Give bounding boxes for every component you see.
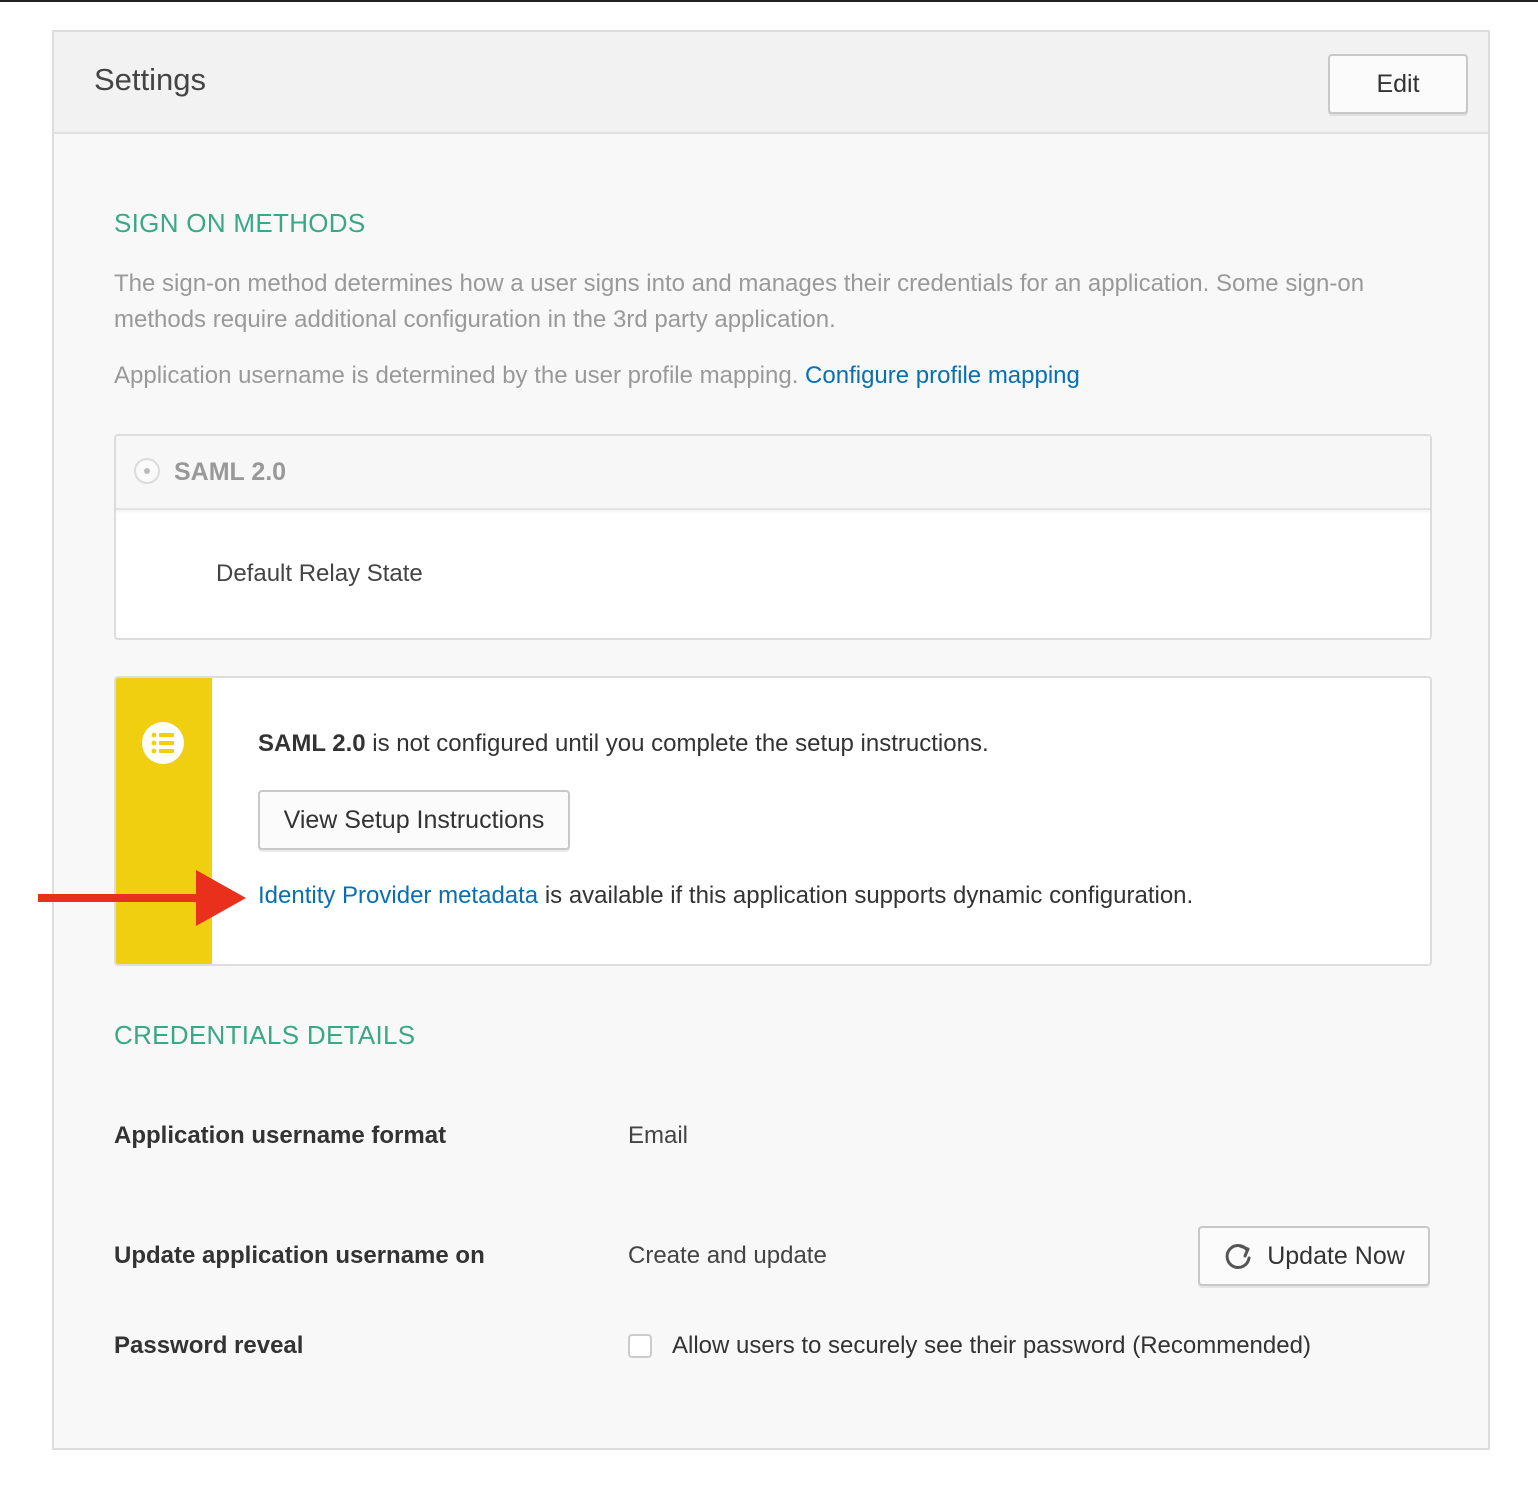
refresh-icon	[1225, 1243, 1251, 1269]
view-setup-instructions-button[interactable]: View Setup Instructions	[258, 790, 570, 850]
password-reveal-checkbox[interactable]	[628, 1334, 652, 1358]
list-icon	[142, 722, 184, 764]
update-username-value: Create and update	[628, 1242, 827, 1269]
notice-method-name: SAML 2.0	[258, 730, 366, 757]
update-username-label: Update application username on	[114, 1242, 485, 1269]
configure-profile-mapping-link[interactable]: Configure profile mapping	[805, 362, 1080, 389]
setup-notice: SAML 2.0 is not configured until you com…	[114, 676, 1432, 966]
sign-on-description: The sign-on method determines how a user…	[114, 270, 1365, 333]
saml-radio[interactable]	[134, 458, 160, 484]
identity-provider-metadata-link[interactable]: Identity Provider metadata	[258, 882, 538, 909]
notice-message-text: is not configured until you complete the…	[365, 730, 989, 757]
update-now-button[interactable]: Update Now	[1198, 1226, 1430, 1286]
username-note: Application username is determined by th…	[114, 358, 1434, 394]
credentials-details-title: CREDENTIALS DETAILS	[114, 1020, 416, 1050]
default-relay-state-label: Default Relay State	[216, 560, 423, 587]
saml-method-label: SAML 2.0	[174, 458, 287, 486]
notice-message: SAML 2.0 is not configured until you com…	[258, 730, 989, 758]
panel-header: Settings Edit	[54, 32, 1488, 134]
saml-method-header: SAML 2.0	[116, 436, 1430, 510]
password-reveal-option-label: Allow users to securely see their passwo…	[672, 1332, 1311, 1359]
panel-title: Settings	[94, 62, 207, 97]
metadata-note-text: is available if this application support…	[538, 882, 1194, 909]
edit-button[interactable]: Edit	[1328, 54, 1468, 114]
red-arrow-icon	[38, 870, 246, 926]
username-format-label: Application username format	[114, 1122, 447, 1149]
username-note-text: Application username is determined by th…	[114, 362, 799, 389]
username-format-value: Email	[628, 1122, 689, 1149]
sign-on-methods-title: SIGN ON METHODS	[114, 208, 366, 238]
update-now-label: Update Now	[1267, 1241, 1405, 1270]
settings-panel: Settings Edit SIGN ON METHODS The sign-o…	[52, 30, 1490, 1450]
password-reveal-label: Password reveal	[114, 1332, 304, 1359]
metadata-note: Identity Provider metadata is available …	[258, 882, 1193, 910]
top-border	[0, 0, 1538, 2]
saml-method-box: SAML 2.0 Default Relay State	[114, 434, 1432, 640]
